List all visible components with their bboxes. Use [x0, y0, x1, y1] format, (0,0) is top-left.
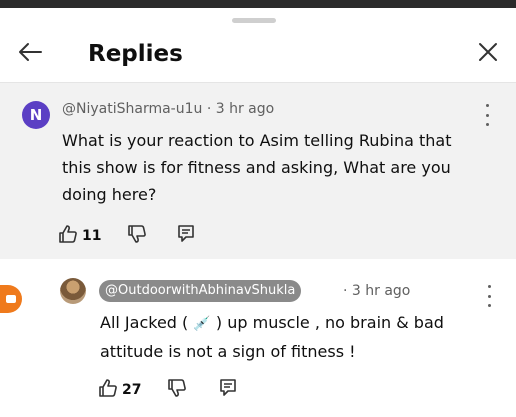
reply-icon: [219, 378, 237, 402]
reply-button[interactable]: [219, 378, 237, 402]
thumbs-up-icon: [58, 224, 78, 248]
back-button[interactable]: [14, 38, 46, 70]
arrow-left-icon: [17, 42, 43, 66]
top-strip: [0, 0, 516, 8]
reply-time: · 3 hr ago: [343, 283, 411, 299]
replies-header: Replies: [0, 28, 516, 78]
drag-handle[interactable]: [232, 18, 276, 23]
syringe-emoji: 💉: [193, 316, 211, 332]
reply-button[interactable]: [177, 224, 195, 248]
like-button[interactable]: 11: [58, 224, 101, 248]
comment-text: What is your reaction to Asim telling Ru…: [62, 131, 452, 204]
comment-time: · 3 hr ago: [206, 101, 275, 117]
close-button[interactable]: [472, 38, 504, 70]
comment-actions: 11: [58, 224, 195, 248]
dislike-button[interactable]: [127, 224, 147, 248]
like-count: 27: [122, 382, 142, 398]
comment-meta: @NiyatiSharma-u1u · 3 hr ago: [62, 100, 274, 118]
page-title: Replies: [88, 41, 183, 67]
comment-author[interactable]: @NiyatiSharma-u1u: [62, 101, 202, 117]
reply-icon: [177, 224, 195, 248]
avatar[interactable]: [60, 278, 86, 304]
reply-text: All Jacked ( 💉 ) up muscle , no brain & …: [100, 309, 480, 366]
thumbs-down-icon: [127, 224, 147, 248]
avatar[interactable]: N: [22, 101, 50, 129]
like-button[interactable]: 27: [98, 378, 141, 402]
reply-text-before: All Jacked (: [100, 313, 189, 332]
like-count: 11: [82, 228, 102, 244]
thumbs-down-icon: [167, 378, 187, 402]
reply-author[interactable]: @OutdoorwithAbhinavShukla: [99, 280, 302, 302]
comment-more-button[interactable]: [480, 104, 494, 126]
side-tab-icon[interactable]: [0, 285, 22, 313]
parent-comment: N @NiyatiSharma-u1u · 3 hr ago What is y…: [0, 83, 516, 259]
dislike-button[interactable]: [167, 378, 187, 402]
thumbs-up-icon: [98, 378, 118, 402]
reply-more-button[interactable]: [482, 285, 496, 307]
close-icon: [478, 42, 498, 66]
more-vertical-icon: [485, 104, 489, 107]
more-vertical-icon: [487, 285, 491, 288]
reply-actions: 27: [98, 378, 237, 402]
